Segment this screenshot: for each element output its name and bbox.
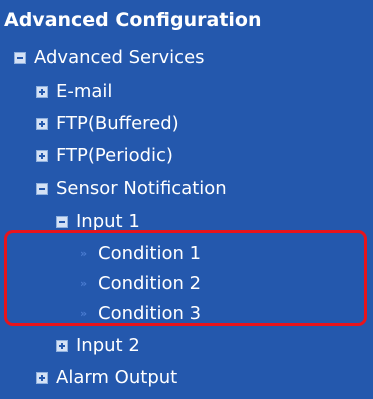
tree-item-sensor-notification[interactable]: Sensor Notification <box>36 173 227 205</box>
tree-item-label: Alarm Output <box>56 367 178 388</box>
plus-box-icon[interactable] <box>36 118 48 130</box>
plus-box-icon[interactable] <box>56 340 68 352</box>
minus-box-icon[interactable] <box>36 183 48 195</box>
minus-box-icon[interactable] <box>56 216 68 228</box>
condition-highlight-box <box>4 230 367 326</box>
tree-item-ftp-periodic[interactable]: FTP(Periodic) <box>36 140 173 172</box>
config-tree: Advanced Services E-mail FTP(Buffered) F… <box>0 40 373 399</box>
minus-box-icon[interactable] <box>14 52 26 64</box>
tree-item-alarm-output[interactable]: Alarm Output <box>36 362 177 394</box>
tree-item-label: Advanced Services <box>34 47 205 68</box>
tree-item-label: E-mail <box>56 81 113 102</box>
tree-item-label: Sensor Notification <box>56 178 227 199</box>
plus-box-icon[interactable] <box>36 150 48 162</box>
tree-item-input-2[interactable]: Input 2 <box>56 330 140 362</box>
tree-item-label: FTP(Periodic) <box>56 145 173 166</box>
plus-box-icon[interactable] <box>36 372 48 384</box>
tree-item-email[interactable]: E-mail <box>36 76 112 108</box>
advanced-configuration-panel: Advanced Configuration Advanced Services… <box>0 0 373 399</box>
plus-box-icon[interactable] <box>36 86 48 98</box>
tree-item-label: Input 2 <box>76 335 140 356</box>
tree-item-ftp-buffered[interactable]: FTP(Buffered) <box>36 108 179 140</box>
tree-item-advanced-services[interactable]: Advanced Services <box>14 42 205 74</box>
panel-title: Advanced Configuration <box>0 0 373 40</box>
tree-item-label: FTP(Buffered) <box>56 113 179 134</box>
